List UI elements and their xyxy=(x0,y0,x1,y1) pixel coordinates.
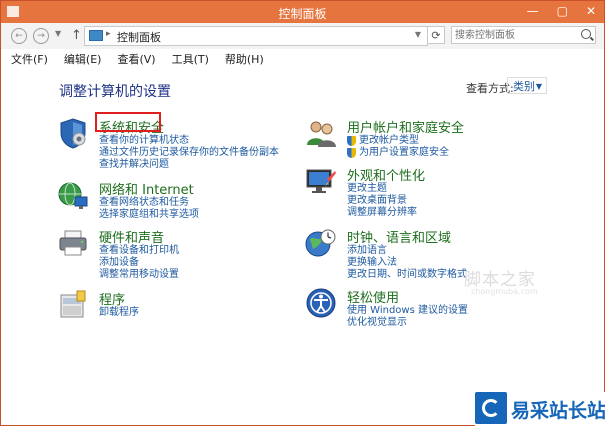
link-devices-printers[interactable]: 查看设备和打印机 xyxy=(99,245,179,257)
clock-globe-icon[interactable] xyxy=(305,227,337,259)
view-by-select[interactable]: 类别 ▼ xyxy=(507,77,547,94)
menu-help[interactable]: 帮助(H) xyxy=(215,49,270,67)
control-panel-icon xyxy=(89,30,103,41)
link-uninstall-program[interactable]: 卸载程序 xyxy=(99,307,139,319)
link-recommended-settings[interactable]: 使用 Windows 建议的设置 xyxy=(347,305,468,317)
up-button[interactable]: ↑ xyxy=(71,28,82,43)
close-button[interactable]: ✕ xyxy=(586,4,596,18)
link-change-account-type[interactable]: 更改帐户类型 xyxy=(347,135,449,147)
chevron-down-icon: ▼ xyxy=(535,82,542,91)
link-date-time-format[interactable]: 更改日期、时间或数字格式 xyxy=(347,269,467,281)
link-file-history-backup[interactable]: 通过文件历史记录保存你的文件备份副本 xyxy=(99,147,279,159)
category-links: 使用 Windows 建议的设置 优化视觉显示 xyxy=(347,305,468,329)
users-icon[interactable] xyxy=(305,117,337,149)
link-add-device[interactable]: 添加设备 xyxy=(99,257,179,269)
link-desktop-background[interactable]: 更改桌面背景 xyxy=(347,195,417,207)
address-field[interactable]: ▸ 控制面板 ▼ xyxy=(84,26,428,46)
site-logo: 易采站长站 xyxy=(475,392,605,426)
link-homegroup-sharing[interactable]: 选择家庭组和共享选项 xyxy=(99,209,199,221)
network-globe-icon[interactable] xyxy=(57,179,89,211)
link-view-computer-status[interactable]: 查看你的计算机状态 xyxy=(99,135,279,147)
breadcrumb-control-panel[interactable]: 控制面板 xyxy=(117,29,161,45)
link-change-theme[interactable]: 更改主题 xyxy=(347,183,417,195)
menu-file[interactable]: 文件(F) xyxy=(1,49,54,67)
link-find-fix-problems[interactable]: 查找并解决问题 xyxy=(99,159,279,171)
link-change-input-method[interactable]: 更换输入法 xyxy=(347,257,467,269)
category-links: 更改帐户类型 为用户设置家庭安全 xyxy=(347,135,449,159)
category-links: 查看设备和打印机 添加设备 调整常用移动设置 xyxy=(99,245,179,281)
address-dropdown-icon[interactable]: ▼ xyxy=(415,30,421,39)
category-title[interactable]: 程序 xyxy=(99,289,125,308)
category-links: 更改主题 更改桌面背景 调整屏幕分辨率 xyxy=(347,183,417,219)
page-title: 调整计算机的设置 xyxy=(59,84,171,100)
programs-icon[interactable] xyxy=(57,289,89,321)
category-title[interactable]: 网络和 Internet xyxy=(99,179,194,198)
forward-button[interactable]: → xyxy=(33,28,49,44)
control-panel-window: 控制面板 — ▢ ✕ ← → ▼ ↑ ▸ 控制面板 ▼ ⟳ 文件(F) 编辑(E… xyxy=(0,0,605,426)
breadcrumb-separator[interactable]: ▸ xyxy=(106,29,111,39)
refresh-icon: ⟳ xyxy=(431,29,441,42)
link-network-status[interactable]: 查看网络状态和任务 xyxy=(99,197,199,209)
link-optimize-visual-display[interactable]: 优化视觉显示 xyxy=(347,317,468,329)
back-button[interactable]: ← xyxy=(11,28,27,44)
maximize-button[interactable]: ▢ xyxy=(557,4,568,18)
shield-icon[interactable] xyxy=(57,117,89,149)
monitor-icon[interactable] xyxy=(305,165,337,197)
view-by-value: 类别 xyxy=(513,80,535,93)
title-bar[interactable]: 控制面板 — ▢ ✕ xyxy=(1,1,604,23)
window-controls: — ▢ ✕ xyxy=(527,4,596,18)
link-mobility-settings[interactable]: 调整常用移动设置 xyxy=(99,269,179,281)
annotation-highlight-box xyxy=(95,112,161,132)
category-links: 卸载程序 xyxy=(99,307,139,319)
recent-pages-dropdown[interactable]: ▼ xyxy=(55,29,61,38)
link-screen-resolution[interactable]: 调整屏幕分辨率 xyxy=(347,207,417,219)
menu-edit[interactable]: 编辑(E) xyxy=(54,49,108,67)
content-area: 调整计算机的设置 查看方式: 类别 ▼ 系统和安全 查看你的计算机状态 通过文件… xyxy=(1,67,604,425)
search-icon[interactable] xyxy=(581,29,591,39)
address-bar: ← → ▼ ↑ ▸ 控制面板 ▼ ⟳ xyxy=(1,23,604,49)
menu-tools[interactable]: 工具(T) xyxy=(162,49,215,67)
menu-view[interactable]: 查看(V) xyxy=(107,49,161,67)
search-box[interactable] xyxy=(451,26,596,44)
watermark-subtext: zhongmuba.com xyxy=(471,287,538,296)
accessibility-icon[interactable] xyxy=(305,287,337,319)
category-title[interactable]: 外观和个性化 xyxy=(347,165,425,184)
category-title[interactable]: 硬件和声音 xyxy=(99,227,164,246)
logo-text: 易采站长站 xyxy=(511,400,605,422)
printer-icon[interactable] xyxy=(57,227,89,259)
menu-bar: 文件(F) 编辑(E) 查看(V) 工具(T) 帮助(H) xyxy=(1,49,604,68)
minimize-button[interactable]: — xyxy=(527,4,539,18)
category-title[interactable]: 轻松使用 xyxy=(347,287,399,306)
category-links: 查看网络状态和任务 选择家庭组和共享选项 xyxy=(99,197,199,221)
search-input[interactable] xyxy=(455,28,575,42)
link-family-safety[interactable]: 为用户设置家庭安全 xyxy=(347,147,449,159)
category-title[interactable]: 用户帐户和家庭安全 xyxy=(347,117,464,136)
yicai-logo-icon xyxy=(475,392,507,424)
refresh-button[interactable]: ⟳ xyxy=(427,26,445,44)
category-links: 查看你的计算机状态 通过文件历史记录保存你的文件备份副本 查找并解决问题 xyxy=(99,135,279,171)
category-title[interactable]: 时钟、语言和区域 xyxy=(347,227,451,246)
category-links: 添加语言 更换输入法 更改日期、时间或数字格式 xyxy=(347,245,467,281)
link-add-language[interactable]: 添加语言 xyxy=(347,245,467,257)
window-title: 控制面板 xyxy=(278,7,327,21)
